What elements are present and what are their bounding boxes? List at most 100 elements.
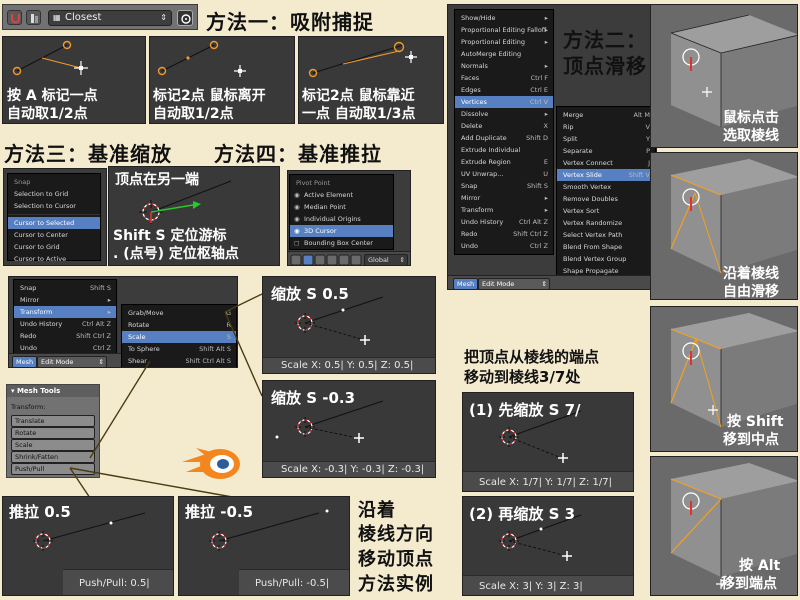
vmenu-item-proportional-editing-falloff[interactable]: Proportional Editing Falloff ▸ bbox=[455, 24, 553, 36]
magnet-icon[interactable] bbox=[7, 10, 22, 25]
vsub-item-rip[interactable]: Rip V bbox=[557, 121, 655, 133]
tmenu-item-snap[interactable]: Snap Shift S bbox=[14, 282, 116, 294]
menu-item-label: Vertex Slide bbox=[563, 171, 602, 179]
menu-item-label: Mirror bbox=[461, 194, 481, 202]
vsub-item-separate[interactable]: Separate P bbox=[557, 145, 655, 157]
transform-submenu: Grab/Move G Rotate R Scale S To Sphere Shift Al… bbox=[121, 304, 237, 368]
mesh-tools-panel: ▾ Mesh Tools Transform: Translate Rotate… bbox=[6, 384, 100, 478]
step-panel-1-title: (1) 先缩放 S 7/ bbox=[469, 401, 581, 419]
tsub-item-scale[interactable]: Scale S bbox=[122, 331, 236, 343]
tsub-item-shear[interactable]: Shear Shift Ctrl Alt S bbox=[122, 355, 236, 367]
vsub-item-vertex-sort[interactable]: Vertex Sort bbox=[557, 205, 655, 217]
vmenu-item-vertices[interactable]: Vertices Ctrl V bbox=[455, 96, 553, 108]
vsub-item-blend-vertex-group[interactable]: Blend Vertex Group bbox=[557, 253, 655, 265]
vmenu-item-proportional-editing[interactable]: Proportional Editing ▸ bbox=[455, 36, 553, 48]
menu-item-cursor-to-active[interactable]: Cursor to Active bbox=[8, 253, 100, 265]
mesh-tools-header: ▾ Mesh Tools bbox=[7, 385, 99, 397]
vmenu-item-edges[interactable]: Edges Ctrl E bbox=[455, 84, 553, 96]
pivot-item-bounding-box-center[interactable]: ◻ Bounding Box Center bbox=[290, 237, 393, 249]
tmenu-item-redo[interactable]: Redo Shift Ctrl Z bbox=[14, 330, 116, 342]
vmenu-item-undo-history[interactable]: Undo History Ctrl Alt Z bbox=[455, 216, 553, 228]
vsub-item-smooth-vertex[interactable]: Smooth Vertex bbox=[557, 181, 655, 193]
pivot-item-individual-origins[interactable]: ◉ Individual Origins bbox=[290, 213, 393, 225]
snap-element-icon[interactable] bbox=[26, 10, 41, 25]
vmenu-item-extrude-individual[interactable]: Extrude Individual bbox=[455, 144, 553, 156]
vmenu-item-redo[interactable]: Redo Shift Ctrl Z bbox=[455, 228, 553, 240]
menu-item-shortcut: Shift Ctrl Z bbox=[513, 230, 548, 238]
tsub-item-rotate[interactable]: Rotate R bbox=[122, 319, 236, 331]
menu-item-label: Add Duplicate bbox=[461, 134, 507, 142]
scale-panel-2-title: 缩放 S -0.3 bbox=[271, 389, 356, 407]
summary-line4: 方法实例 bbox=[358, 574, 434, 595]
vertices-submenu: Merge Alt M Rip V Split Y Separate P Vertex Conn… bbox=[556, 106, 656, 290]
snap-target-icon[interactable] bbox=[177, 10, 193, 26]
vmenu-item-extrude-region[interactable]: Extrude Region E bbox=[455, 156, 553, 168]
vmenu-item-dissolve[interactable]: Dissolve ▸ bbox=[455, 108, 553, 120]
menu-item-cursor-to-center[interactable]: Cursor to Center bbox=[8, 229, 100, 241]
snap-mode-dropdown[interactable]: ▦ Closest ⇕ bbox=[48, 10, 172, 26]
snap-example-3: 标记2点 鼠标靠近 一点 自动取1/3点 bbox=[298, 36, 444, 124]
menu-item-shortcut: Ctrl H bbox=[631, 289, 650, 290]
menu-item-cursor-to-grid[interactable]: Cursor to Grid bbox=[8, 241, 100, 253]
rotate-button[interactable]: Rotate bbox=[11, 427, 95, 439]
vsub-item-blend-from-shape[interactable]: Blend From Shape bbox=[557, 241, 655, 253]
menu-item-label: Vertex Connect bbox=[563, 159, 613, 167]
mesh-menu-button[interactable]: Mesh bbox=[12, 356, 38, 367]
vmenu-item-normals[interactable]: Normals ▸ bbox=[455, 60, 553, 72]
transform-menu-left: Snap Shift S Mirror ▸ Transform ▸ Undo History… bbox=[13, 279, 117, 357]
menu-item-shortcut: ▸ bbox=[107, 308, 111, 316]
mode-dropdown[interactable]: Edit Mode ⇕ bbox=[37, 356, 107, 367]
menu-item-shortcut: R bbox=[226, 321, 231, 329]
tmenu-item-mirror[interactable]: Mirror ▸ bbox=[14, 294, 116, 306]
vsub-item-select-vertex-path[interactable]: Select Vertex Path bbox=[557, 229, 655, 241]
vsub-item-vertex-slide[interactable]: Vertex Slide Shift V bbox=[557, 169, 655, 181]
vsub-item-remove-doubles[interactable]: Remove Doubles bbox=[557, 193, 655, 205]
vmenu-item-uv-unwrap[interactable]: UV Unwrap... U bbox=[455, 168, 553, 180]
vmenu-item-add-duplicate[interactable]: Add Duplicate Shift D bbox=[455, 132, 553, 144]
menu-item-shortcut: U bbox=[543, 170, 548, 178]
vsub-item-merge[interactable]: Merge Alt M bbox=[557, 109, 655, 121]
vmenu-item-mirror[interactable]: Mirror ▸ bbox=[455, 192, 553, 204]
translate-button[interactable]: Translate bbox=[11, 415, 95, 427]
vmenu-item-show-hide[interactable]: Show/Hide ▸ bbox=[455, 12, 553, 24]
snap-example-2: 标记2点 鼠标离开 自动取1/2点 bbox=[149, 36, 295, 124]
menu-item-cursor-to-selected[interactable]: Cursor to Selected bbox=[8, 217, 100, 229]
pivot-item-active-element[interactable]: ◉ Active Element bbox=[290, 189, 393, 201]
menu-item-shortcut: Shift Alt S bbox=[199, 345, 231, 353]
tmenu-item-transform[interactable]: Transform ▸ bbox=[14, 306, 116, 318]
shrink-fatten-button[interactable]: Shrink/Fatten bbox=[11, 451, 95, 463]
vsub-item-vertex-connect[interactable]: Vertex ConnectJ bbox=[557, 157, 655, 169]
vertices-menu-left: Show/Hide ▸ Proportional Editing Falloff ▸ P… bbox=[454, 9, 554, 255]
step-panel-2: (2) 再缩放 S 3 Scale X: 3| Y: 3| Z: 3| bbox=[462, 496, 634, 596]
tsub-item-grab-move[interactable]: Grab/Move G bbox=[122, 307, 236, 319]
menu-item-label: Grab/Move bbox=[128, 309, 164, 317]
tsub-item-warp[interactable]: WarpShift W bbox=[122, 367, 236, 368]
vsub-item-split[interactable]: Split Y bbox=[557, 133, 655, 145]
push-pull-button[interactable]: Push/Pull bbox=[11, 463, 95, 475]
snap-menu-title: Snap bbox=[14, 178, 31, 186]
menu-item-selection-to-cursor[interactable]: Selection to Cursor bbox=[8, 200, 100, 212]
vmenu-item-transform[interactable]: Transform ▸ bbox=[455, 204, 553, 216]
mesh-menu-button[interactable]: Mesh bbox=[453, 278, 479, 289]
vmenu-item-delete[interactable]: Delete X bbox=[455, 120, 553, 132]
pivot-item-median-point[interactable]: ◉ Median Point bbox=[290, 201, 393, 213]
title-method4: 方法四：基准推拉 bbox=[214, 142, 382, 166]
scale-panel-1-title: 缩放 S 0.5 bbox=[271, 285, 349, 303]
menu-item-shortcut: X bbox=[543, 122, 548, 130]
vsub-item-hooks[interactable]: HooksCtrl H bbox=[557, 289, 655, 290]
vmenu-item-undo[interactable]: Undo Ctrl Z bbox=[455, 240, 553, 252]
vmenu-item-snap[interactable]: Snap Shift S bbox=[455, 180, 553, 192]
pivot-menu-title: Pivot Point bbox=[296, 179, 331, 187]
vmenu-item-automerge-editing[interactable]: AutoMerge Editing bbox=[455, 48, 553, 60]
snap-toolbar: ▦ Closest ⇕ bbox=[2, 4, 198, 30]
vsub-item-vertex-randomize[interactable]: Vertex Randomize bbox=[557, 217, 655, 229]
vmenu-item-faces[interactable]: Faces Ctrl F bbox=[455, 72, 553, 84]
pivot-item-3d-cursor[interactable]: ◉ 3D Cursor bbox=[290, 225, 393, 237]
mode-dropdown[interactable]: Edit Mode ⇕ bbox=[478, 278, 550, 289]
orientation-dropdown[interactable]: Global ⇕ bbox=[364, 254, 408, 265]
tmenu-item-undo-history[interactable]: Undo History Ctrl Alt Z bbox=[14, 318, 116, 330]
tsub-item-to-sphere[interactable]: To Sphere Shift Alt S bbox=[122, 343, 236, 355]
pivot-menu: Pivot Point ◉ Active Element ◉ Median Poin… bbox=[289, 174, 394, 250]
menu-item-selection-to-grid[interactable]: Selection to Grid bbox=[8, 188, 100, 200]
scale-button[interactable]: Scale bbox=[11, 439, 95, 451]
